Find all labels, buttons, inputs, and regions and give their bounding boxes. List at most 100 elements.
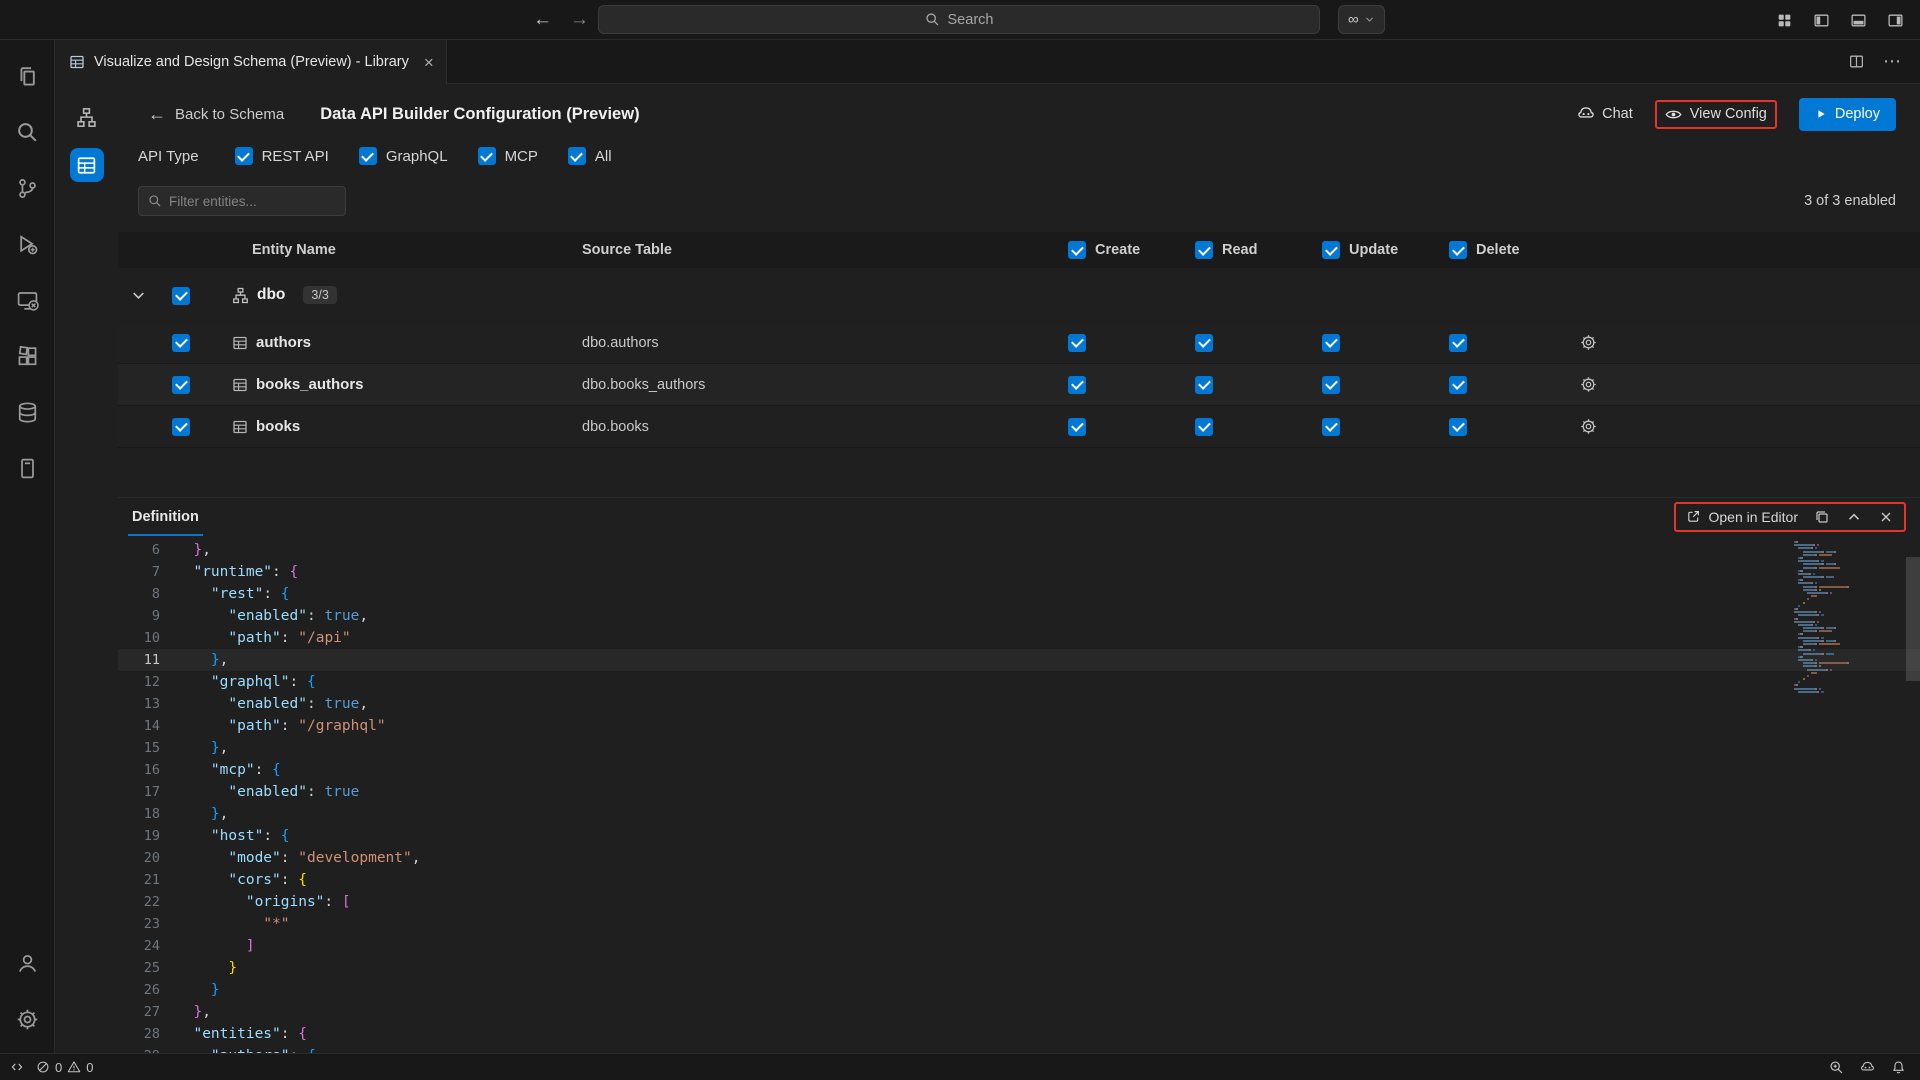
- entity-select-checkbox[interactable]: [172, 334, 190, 352]
- entity-settings-button[interactable]: [1576, 330, 1600, 354]
- activity-item-database[interactable]: [0, 384, 55, 440]
- activity-item-remote-explorer[interactable]: [0, 272, 55, 328]
- filter-entities-input[interactable]: [169, 194, 329, 209]
- customize-layout-icon[interactable]: [1776, 12, 1793, 29]
- open-in-editor-button[interactable]: Open in Editor: [1686, 509, 1799, 525]
- toggle-primary-sidebar-icon[interactable]: [1813, 12, 1830, 29]
- delete-checkbox[interactable]: [1449, 376, 1467, 394]
- code-line: 12 "graphql": {: [118, 671, 1920, 693]
- copy-button[interactable]: [1814, 509, 1830, 525]
- line-number: 20: [118, 847, 176, 869]
- side-strip-schema-designer[interactable]: [70, 100, 104, 134]
- search-icon: [925, 12, 940, 27]
- remote-indicator[interactable]: [10, 1060, 24, 1074]
- api-type-label: API Type: [138, 148, 199, 165]
- bell-icon[interactable]: [1891, 1060, 1906, 1075]
- delete-checkbox[interactable]: [1449, 418, 1467, 436]
- entity-name: authors: [256, 334, 311, 351]
- update-checkbox[interactable]: [1322, 376, 1340, 394]
- more-actions-icon[interactable]: ⋯: [1883, 51, 1902, 72]
- read-checkbox[interactable]: [1195, 418, 1213, 436]
- update-checkbox[interactable]: [1322, 418, 1340, 436]
- toggle-secondary-sidebar-icon[interactable]: [1887, 12, 1904, 29]
- api-option-checkbox[interactable]: [478, 147, 496, 165]
- api-option-checkbox[interactable]: [568, 147, 586, 165]
- zoom-icon[interactable]: [1829, 1060, 1844, 1075]
- search-icon: [148, 194, 162, 208]
- activity-item-accounts[interactable]: [0, 935, 55, 991]
- copilot-menu-button[interactable]: ∞: [1338, 5, 1385, 34]
- create-checkbox[interactable]: [1068, 418, 1086, 436]
- search-placeholder-text: Search: [948, 12, 994, 28]
- definition-header: Definition Open in Editor: [118, 497, 1920, 535]
- nav-back-button[interactable]: ←: [533, 9, 552, 31]
- entity-settings-button[interactable]: [1576, 414, 1600, 438]
- chat-button[interactable]: Chat: [1577, 105, 1633, 123]
- back-to-schema-button[interactable]: ← Back to Schema: [148, 104, 284, 125]
- view-config-annotation-box: View Config: [1655, 100, 1777, 129]
- entity-select-checkbox[interactable]: [172, 418, 190, 436]
- line-number: 24: [118, 935, 176, 957]
- api-option-all[interactable]: All: [568, 147, 612, 165]
- view-config-button[interactable]: View Config: [1665, 106, 1767, 123]
- activity-item-extensions[interactable]: [0, 328, 55, 384]
- back-to-schema-label: Back to Schema: [175, 106, 284, 123]
- collapse-panel-button[interactable]: [1846, 509, 1862, 525]
- nav-forward-button[interactable]: →: [570, 9, 589, 31]
- entity-settings-button[interactable]: [1576, 372, 1600, 396]
- api-option-mcp[interactable]: MCP: [478, 147, 538, 165]
- create-checkbox[interactable]: [1068, 334, 1086, 352]
- api-option-rest-api[interactable]: REST API: [235, 147, 329, 165]
- error-icon: [36, 1060, 50, 1074]
- delete-checkbox[interactable]: [1449, 334, 1467, 352]
- read-checkbox[interactable]: [1195, 334, 1213, 352]
- tab-close-icon[interactable]: ×: [424, 54, 434, 71]
- update-checkbox[interactable]: [1322, 334, 1340, 352]
- page-title: Data API Builder Configuration (Preview): [320, 105, 639, 124]
- definition-tab[interactable]: Definition: [128, 498, 203, 536]
- code-line: 29 "authors": {: [118, 1045, 1920, 1053]
- error-count: 0: [55, 1060, 62, 1075]
- definition-code-editor[interactable]: 6 },7 "runtime": {8 "rest": {9 "enabled"…: [118, 535, 1920, 1053]
- split-editor-icon[interactable]: [1848, 53, 1865, 70]
- line-number: 25: [118, 957, 176, 979]
- delete-select-all-checkbox[interactable]: [1449, 241, 1467, 259]
- code-text: },: [176, 737, 228, 759]
- code-text: "graphql": {: [176, 671, 316, 693]
- side-strip-data-api-builder[interactable]: [70, 148, 104, 182]
- command-center-search[interactable]: Search: [598, 5, 1320, 34]
- activity-item-database-projects[interactable]: [0, 440, 55, 496]
- activity-item-settings[interactable]: [0, 991, 55, 1047]
- minimap[interactable]: [1790, 541, 1902, 694]
- deploy-button[interactable]: Deploy: [1799, 98, 1896, 131]
- column-update: Update: [1314, 241, 1441, 260]
- api-option-checkbox[interactable]: [235, 147, 253, 165]
- copilot-status-icon[interactable]: [1860, 1060, 1875, 1075]
- code-line: 17 "enabled": true: [118, 781, 1920, 803]
- toggle-panel-icon[interactable]: [1850, 12, 1867, 29]
- problems-indicator[interactable]: 0 0: [36, 1060, 93, 1075]
- filter-entities-box[interactable]: [138, 186, 346, 216]
- tab-visualize-design-schema[interactable]: Visualize and Design Schema (Preview) - …: [55, 40, 447, 84]
- titlebar-layout-controls: [1776, 0, 1904, 40]
- code-line: 27 },: [118, 1001, 1920, 1023]
- activity-item-run-and-debug[interactable]: [0, 216, 55, 272]
- activity-item-explorer[interactable]: [0, 48, 55, 104]
- code-line: 22 "origins": [: [118, 891, 1920, 913]
- close-panel-button[interactable]: [1878, 509, 1894, 525]
- code-lines: 6 },7 "runtime": {8 "rest": {9 "enabled"…: [118, 535, 1920, 1053]
- activity-item-search[interactable]: [0, 104, 55, 160]
- group-select-checkbox[interactable]: [172, 287, 190, 305]
- activity-item-source-control[interactable]: [0, 160, 55, 216]
- entity-select-checkbox[interactable]: [172, 376, 190, 394]
- read-select-all-checkbox[interactable]: [1195, 241, 1213, 259]
- create-select-all-checkbox[interactable]: [1068, 241, 1086, 259]
- read-checkbox[interactable]: [1195, 376, 1213, 394]
- create-checkbox[interactable]: [1068, 376, 1086, 394]
- chevron-down-icon[interactable]: [130, 287, 147, 304]
- api-option-graphql[interactable]: GraphQL: [359, 147, 448, 165]
- update-select-all-checkbox[interactable]: [1322, 241, 1340, 259]
- vertical-scrollbar[interactable]: [1906, 557, 1920, 681]
- line-number: 18: [118, 803, 176, 825]
- api-option-checkbox[interactable]: [359, 147, 377, 165]
